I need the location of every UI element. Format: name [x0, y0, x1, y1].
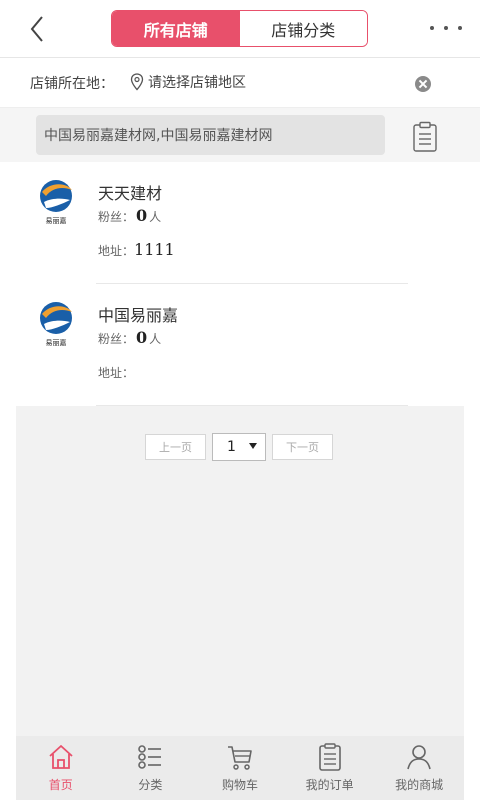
nav-cart[interactable]: 购物车 — [195, 736, 285, 800]
location-row: 店铺所在地： 请选择店铺地区 — [0, 58, 480, 108]
location-selector[interactable]: 请选择店铺地区 — [130, 72, 246, 92]
nav-orders[interactable]: 我的订单 — [285, 736, 375, 800]
category-list-icon — [138, 745, 162, 769]
address-label: 地址： — [98, 366, 135, 380]
bottom-nav: 首页 分类 购物车 我的订单 我的商城 — [16, 736, 464, 800]
address-label: 地址： — [98, 244, 135, 258]
nav-home[interactable]: 首页 — [16, 736, 106, 800]
nav-cart-label: 购物车 — [221, 778, 258, 792]
pagination: 上一页 1 下一页 — [145, 433, 333, 461]
svg-text:易丽嘉: 易丽嘉 — [46, 216, 67, 225]
search-input[interactable] — [36, 115, 385, 155]
svg-text:易丽嘉: 易丽嘉 — [46, 338, 67, 347]
search-row — [0, 108, 480, 162]
fans-count: 0 — [136, 206, 148, 225]
store-address: 地址： — [98, 362, 134, 381]
tab-all-stores[interactable]: 所有店铺 — [112, 11, 240, 46]
more-dot-icon — [458, 26, 462, 30]
fans-unit: 人 — [149, 332, 162, 346]
fans-unit: 人 — [149, 210, 162, 224]
dropdown-arrow-icon — [249, 443, 257, 449]
search-doc-button[interactable] — [412, 121, 438, 153]
location-pin-icon — [130, 73, 144, 91]
nav-my-mall[interactable]: 我的商城 — [374, 736, 464, 800]
fans-label: 粉丝： — [98, 332, 135, 346]
store-address: 地址：1111 — [98, 240, 175, 259]
store-tabs: 所有店铺 店铺分类 — [111, 10, 368, 47]
address-value: 1111 — [134, 240, 175, 259]
fans-count: 0 — [136, 328, 148, 347]
order-icon — [318, 743, 341, 771]
top-header: 所有店铺 店铺分类 — [0, 0, 480, 58]
current-page: 1 — [227, 439, 236, 455]
store-logo-icon: 易丽嘉 — [40, 302, 72, 347]
store-fans: 粉丝： 0 人 — [98, 206, 161, 225]
home-icon — [49, 745, 73, 769]
more-button[interactable] — [430, 18, 462, 38]
store-name: 天天建材 — [98, 184, 163, 203]
page-select[interactable]: 1 — [212, 433, 266, 461]
store-item[interactable]: 易丽嘉 天天建材 粉丝： 0 人 地址：1111 — [16, 162, 464, 284]
nav-category[interactable]: 分类 — [106, 736, 196, 800]
store-name: 中国易丽嘉 — [98, 306, 179, 325]
clear-location-button[interactable] — [415, 76, 431, 92]
store-fans: 粉丝： 0 人 — [98, 328, 161, 347]
nav-orders-label: 我的订单 — [305, 778, 354, 792]
tab-store-category[interactable]: 店铺分类 — [239, 11, 367, 46]
back-button[interactable] — [24, 12, 54, 46]
store-logo-icon: 易丽嘉 — [40, 180, 72, 225]
document-icon — [413, 121, 437, 152]
more-dot-icon — [430, 26, 434, 30]
user-icon — [407, 745, 431, 770]
nav-my-mall-label: 我的商城 — [395, 778, 444, 792]
location-placeholder: 请选择店铺地区 — [148, 75, 246, 91]
fans-label: 粉丝： — [98, 210, 135, 224]
location-label: 店铺所在地： — [30, 76, 114, 92]
cart-icon — [227, 746, 252, 770]
next-page-button[interactable]: 下一页 — [272, 434, 333, 460]
store-item[interactable]: 易丽嘉 中国易丽嘉 粉丝： 0 人 地址： — [16, 284, 464, 406]
store-list: 易丽嘉 天天建材 粉丝： 0 人 地址：1111 易丽嘉 中国易丽嘉 粉丝： 0 人 地… — [16, 162, 464, 406]
nav-home-label: 首页 — [48, 778, 73, 792]
more-dot-icon — [444, 26, 448, 30]
nav-category-label: 分类 — [138, 778, 163, 792]
back-arrow-icon — [30, 16, 43, 42]
prev-page-button[interactable]: 上一页 — [145, 434, 206, 460]
